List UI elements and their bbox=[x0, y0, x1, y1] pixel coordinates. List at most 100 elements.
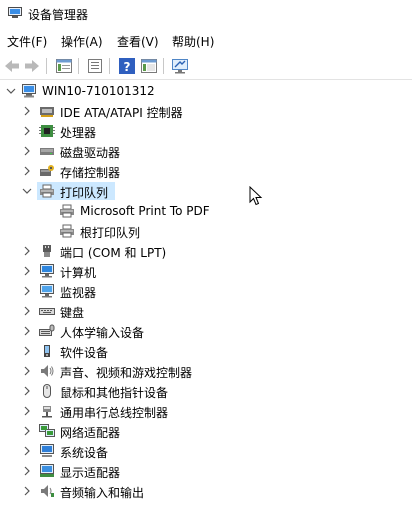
tree-item-label: IDE ATA/ATAPI 控制器 bbox=[60, 106, 183, 120]
tree-item-label: 网络适配器 bbox=[60, 426, 121, 440]
tree-item-label: 鼠标和其他指针设备 bbox=[60, 386, 169, 400]
tree-category[interactable]: 人体学输入设备 bbox=[0, 321, 412, 341]
menu-action[interactable]: 操作(A) bbox=[61, 33, 103, 50]
chevron-right-icon[interactable] bbox=[21, 405, 33, 417]
mouse-cursor-icon bbox=[249, 185, 263, 209]
tree-category[interactable]: 系统设备 bbox=[0, 441, 412, 461]
tree-category[interactable]: 通用串行总线控制器 bbox=[0, 401, 412, 421]
chevron-down-icon[interactable] bbox=[21, 185, 33, 197]
mouse-icon bbox=[39, 384, 55, 398]
menu-file[interactable]: 文件(F) bbox=[7, 33, 47, 50]
printer-icon bbox=[59, 204, 75, 218]
display-adapter-icon bbox=[39, 464, 55, 478]
chevron-right-icon[interactable] bbox=[21, 285, 33, 297]
computer-icon bbox=[39, 264, 55, 278]
storage-controller-icon bbox=[39, 164, 55, 178]
tree-category[interactable]: IDE ATA/ATAPI 控制器 bbox=[0, 101, 412, 121]
tree-category[interactable]: 监视器 bbox=[0, 281, 412, 301]
panel-icon[interactable] bbox=[140, 57, 158, 75]
tree-category[interactable]: 磁盘驱动器 bbox=[0, 141, 412, 161]
title-bar: 设备管理器 bbox=[0, 0, 412, 28]
audio-io-icon bbox=[39, 484, 55, 498]
tree-category[interactable]: 端口 (COM 和 LPT) bbox=[0, 241, 412, 261]
hid-icon bbox=[39, 324, 55, 338]
chevron-right-icon[interactable] bbox=[21, 365, 33, 377]
usb-icon bbox=[39, 404, 55, 418]
chevron-right-icon[interactable] bbox=[21, 485, 33, 497]
tree-item-label: Microsoft Print To PDF bbox=[80, 204, 210, 218]
sound-icon bbox=[39, 364, 55, 378]
ide-controller-icon bbox=[39, 104, 55, 118]
chevron-right-icon[interactable] bbox=[21, 465, 33, 477]
device-manager-app-icon bbox=[8, 7, 22, 19]
tree-item-label: 系统设备 bbox=[60, 446, 109, 460]
forward-arrow-icon[interactable] bbox=[23, 57, 41, 75]
tree-item-label: 根打印队列 bbox=[80, 226, 141, 240]
keyboard-icon bbox=[39, 304, 55, 318]
port-icon bbox=[39, 244, 55, 258]
chevron-right-icon[interactable] bbox=[21, 385, 33, 397]
tree-category[interactable]: 键盘 bbox=[0, 301, 412, 321]
tree-item-label: 通用串行总线控制器 bbox=[60, 406, 169, 420]
tree-category[interactable]: 打印队列 bbox=[0, 181, 412, 201]
svg-text:?: ? bbox=[124, 60, 131, 74]
network-adapter-icon bbox=[39, 424, 55, 438]
tree-item-label: 声音、视频和游戏控制器 bbox=[60, 366, 193, 380]
tree-root[interactable]: WIN10-710101312 bbox=[0, 81, 412, 101]
list-icon[interactable] bbox=[86, 57, 104, 75]
tree-item-label: 软件设备 bbox=[60, 346, 109, 360]
toolbar-separator bbox=[78, 58, 79, 74]
tree-category[interactable]: 存储控制器 bbox=[0, 161, 412, 181]
tree-category[interactable]: 网络适配器 bbox=[0, 421, 412, 441]
help-icon[interactable]: ? bbox=[118, 57, 136, 75]
tree-device[interactable]: Microsoft Print To PDF bbox=[0, 201, 412, 221]
toolbar-separator bbox=[46, 58, 47, 74]
chevron-right-icon[interactable] bbox=[21, 245, 33, 257]
toolbar: ? bbox=[0, 53, 412, 80]
printer-icon bbox=[59, 224, 75, 238]
properties-icon[interactable] bbox=[55, 57, 73, 75]
processor-icon bbox=[39, 124, 55, 138]
monitor-scan-icon[interactable] bbox=[171, 57, 189, 75]
system-device-icon bbox=[39, 444, 55, 458]
tree-category[interactable]: 音频输入和输出 bbox=[0, 481, 412, 501]
software-device-icon bbox=[39, 344, 55, 358]
menu-view[interactable]: 查看(V) bbox=[117, 33, 159, 50]
tree-item-label: WIN10-710101312 bbox=[42, 84, 155, 98]
tree-item-label: 打印队列 bbox=[60, 186, 109, 200]
root-computer-icon bbox=[21, 84, 37, 98]
chevron-right-icon[interactable] bbox=[21, 425, 33, 437]
tree-item-label: 人体学输入设备 bbox=[60, 326, 145, 340]
tree-category[interactable]: 鼠标和其他指针设备 bbox=[0, 381, 412, 401]
printer-icon bbox=[39, 184, 55, 198]
tree-category[interactable]: 软件设备 bbox=[0, 341, 412, 361]
disk-drive-icon bbox=[39, 144, 55, 158]
window-title: 设备管理器 bbox=[28, 8, 89, 22]
tree-category[interactable]: 处理器 bbox=[0, 121, 412, 141]
tree-category[interactable]: 显示适配器 bbox=[0, 461, 412, 481]
chevron-right-icon[interactable] bbox=[21, 345, 33, 357]
chevron-right-icon[interactable] bbox=[21, 105, 33, 117]
chevron-right-icon[interactable] bbox=[21, 125, 33, 137]
tree-category[interactable]: 计算机 bbox=[0, 261, 412, 281]
monitor-icon bbox=[39, 284, 55, 298]
chevron-right-icon[interactable] bbox=[21, 325, 33, 337]
chevron-right-icon[interactable] bbox=[21, 165, 33, 177]
toolbar-separator bbox=[163, 58, 164, 74]
tree-item-label: 键盘 bbox=[60, 306, 85, 320]
chevron-right-icon[interactable] bbox=[21, 145, 33, 157]
menu-bar: 文件(F) 操作(A) 查看(V) 帮助(H) bbox=[0, 30, 412, 52]
chevron-right-icon[interactable] bbox=[21, 265, 33, 277]
toolbar-separator bbox=[109, 58, 110, 74]
tree-item-label: 音频输入和输出 bbox=[60, 486, 145, 500]
back-arrow-icon[interactable] bbox=[3, 57, 21, 75]
chevron-right-icon[interactable] bbox=[21, 445, 33, 457]
chevron-right-icon[interactable] bbox=[21, 305, 33, 317]
tree-device[interactable]: 根打印队列 bbox=[0, 221, 412, 241]
chevron-down-icon[interactable] bbox=[5, 85, 17, 97]
tree-item-label: 端口 (COM 和 LPT) bbox=[60, 246, 167, 260]
menu-help[interactable]: 帮助(H) bbox=[172, 33, 214, 50]
tree-category[interactable]: 声音、视频和游戏控制器 bbox=[0, 361, 412, 381]
tree-item-label: 磁盘驱动器 bbox=[60, 146, 121, 160]
tree-item-label: 显示适配器 bbox=[60, 466, 121, 480]
